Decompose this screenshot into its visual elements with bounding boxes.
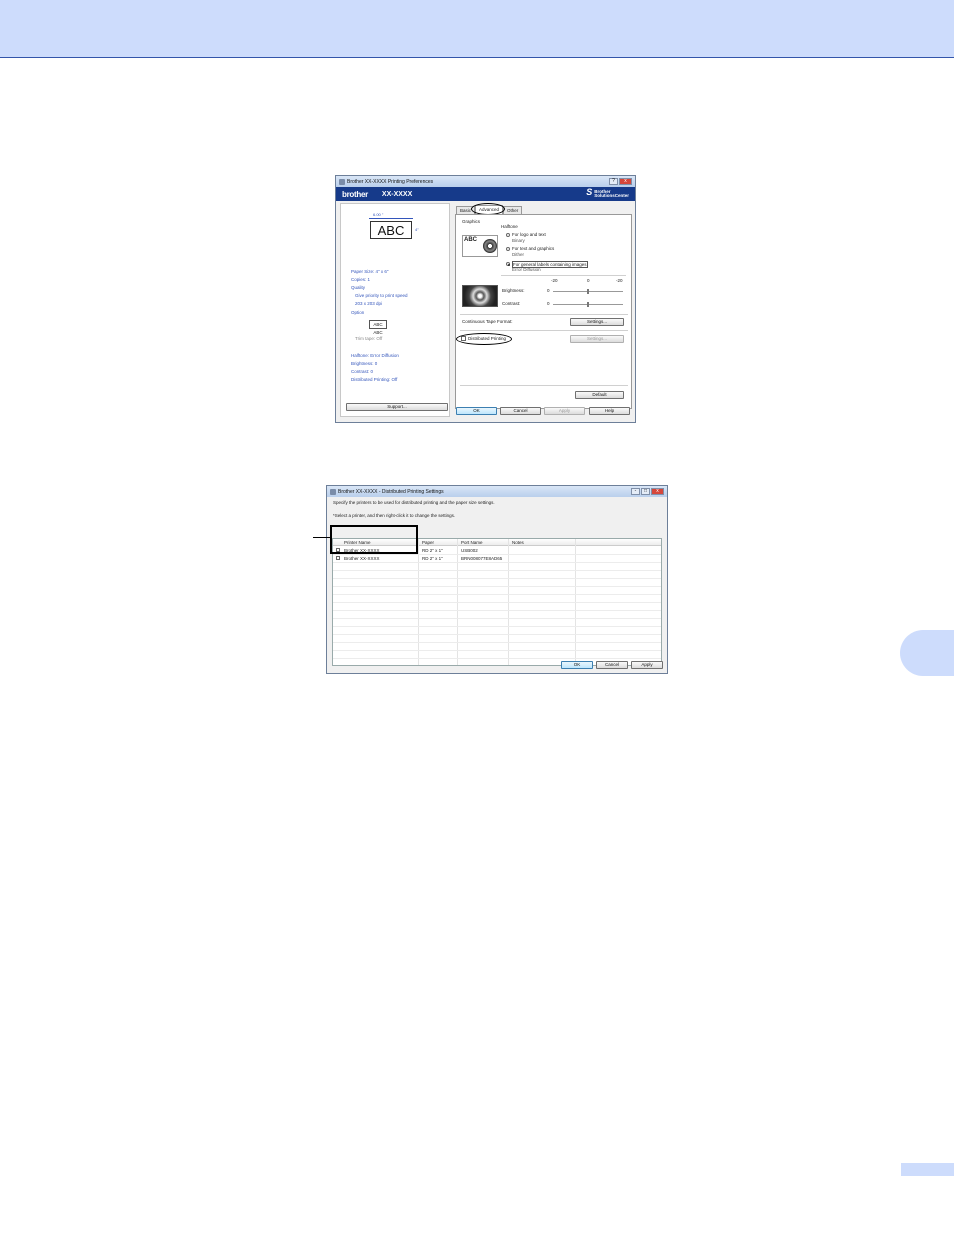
printing-preferences-window: Brother XX-XXXX Printing Preferences ? x…: [335, 175, 636, 423]
tab-other[interactable]: Other: [503, 206, 523, 214]
col-paper[interactable]: Paper: [422, 540, 434, 545]
model-name: XX-XXXX: [381, 190, 413, 198]
info-quality: Quality: [351, 285, 366, 290]
window-titlebar: Brother XX-XXXX - Distributed Printing S…: [327, 486, 667, 497]
row2-printer[interactable]: Brother XX-XXXX: [344, 556, 380, 561]
help-icon[interactable]: ?: [609, 178, 618, 185]
ok-button[interactable]: OK: [561, 661, 593, 669]
distributed-printing-highlight: [456, 333, 512, 345]
brightness-label: Brightness:: [502, 288, 525, 293]
advanced-panel: Graphics ABC Halftone For logo and text …: [455, 214, 632, 409]
support-button[interactable]: Support...: [346, 403, 448, 411]
page-number-tab: [901, 1163, 954, 1176]
tape-preview: ABC ABC: [369, 320, 387, 335]
dialog-body: Specify the printers to be used for dist…: [327, 497, 667, 673]
preview-pane: 6.00 " ABC 4" Paper Size: 4" x 6" Copies…: [340, 203, 450, 417]
close-icon[interactable]: x: [651, 488, 664, 495]
distributed-printing-window: Brother XX-XXXX - Distributed Printing S…: [326, 485, 668, 674]
chapter-tab: [900, 630, 954, 676]
instruction-hint: *Select a printer, and then right-click …: [333, 513, 456, 518]
info-quality-value: Give priority to print speed: [355, 293, 408, 298]
row2-checkbox[interactable]: [336, 556, 340, 560]
printer-icon: [339, 178, 345, 185]
graphics-label: Graphics: [462, 219, 481, 224]
radio-text-graphics[interactable]: [506, 247, 510, 251]
graphics-sample-image: ABC: [462, 235, 498, 257]
row1-paper: RD 2" x 1": [422, 548, 443, 553]
info-copies: Copies: 1: [351, 277, 371, 282]
info-option: Option: [351, 310, 365, 315]
width-dimension: 6.00 ": [373, 212, 384, 217]
brightness-slider[interactable]: [553, 289, 623, 294]
info-resolution: 203 x 203 dpi: [355, 301, 383, 306]
instruction-text: Specify the printers to be used for dist…: [333, 500, 495, 505]
close-icon[interactable]: x: [619, 178, 632, 185]
info-contrast: Contrast: 0: [351, 369, 374, 374]
row1-port: USB002: [461, 548, 478, 553]
ok-button[interactable]: OK: [456, 407, 497, 415]
height-dimension: 4": [415, 227, 419, 232]
distributed-settings-button[interactable]: Settings...: [570, 335, 624, 343]
info-brightness: Brightness: 0: [351, 361, 378, 366]
printer-icon: [330, 488, 336, 495]
window-titlebar: Brother XX-XXXX Printing Preferences ? x: [336, 176, 635, 187]
callout-line: [313, 537, 331, 538]
info-halftone: Halftone: Error Diffusion: [351, 353, 399, 358]
minimize-icon[interactable]: -: [631, 488, 640, 495]
brand-bar: brother XX-XXXX Brother SolutionsCenter: [336, 187, 635, 201]
printer-name-highlight: [330, 525, 418, 554]
window-title: Brother XX-XXXX Printing Preferences: [347, 178, 434, 185]
radio-logo-text[interactable]: [506, 233, 510, 237]
printer-table: Printer Name Paper Port Name Notes Broth…: [332, 538, 662, 666]
maximize-icon[interactable]: □: [641, 488, 650, 495]
continuous-tape-label: Continuous Tape Format:: [462, 319, 513, 324]
brother-logo: brother: [342, 189, 368, 199]
default-button[interactable]: Default: [575, 391, 624, 399]
col-port-name[interactable]: Port Name: [461, 540, 483, 545]
cancel-button[interactable]: Cancel: [596, 661, 628, 669]
dimension-line: [369, 218, 413, 219]
contrast-label: Contrast:: [502, 301, 521, 306]
apply-button[interactable]: Apply: [631, 661, 663, 669]
radio-general-labels[interactable]: [506, 262, 510, 266]
info-trim-tape: Trim tape: Off: [355, 336, 383, 341]
photo-sample-image: [462, 285, 498, 307]
info-paper-size: Paper Size: 4" x 6": [351, 269, 389, 274]
info-distributed: Distributed Printing: Off: [351, 377, 398, 382]
row2-paper: RD 2" x 1": [422, 556, 443, 561]
row2-port: BRN008077E8AD65: [461, 556, 503, 561]
manual-page: Brother XX-XXXX Printing Preferences ? x…: [0, 0, 954, 1235]
solutions-center-link[interactable]: Brother SolutionsCenter: [586, 189, 629, 199]
help-button[interactable]: Help: [589, 407, 630, 415]
flower-image: [483, 239, 497, 253]
tape-settings-button[interactable]: Settings...: [570, 318, 624, 326]
window-title: Brother XX-XXXX - Distributed Printing S…: [338, 488, 444, 495]
cancel-button[interactable]: Cancel: [500, 407, 541, 415]
contrast-slider[interactable]: [553, 302, 623, 307]
label-preview: ABC: [370, 221, 412, 239]
halftone-label: Halftone: [501, 224, 518, 229]
header-band: [0, 0, 954, 58]
apply-button[interactable]: Apply: [544, 407, 585, 415]
col-notes[interactable]: Notes: [512, 540, 524, 545]
